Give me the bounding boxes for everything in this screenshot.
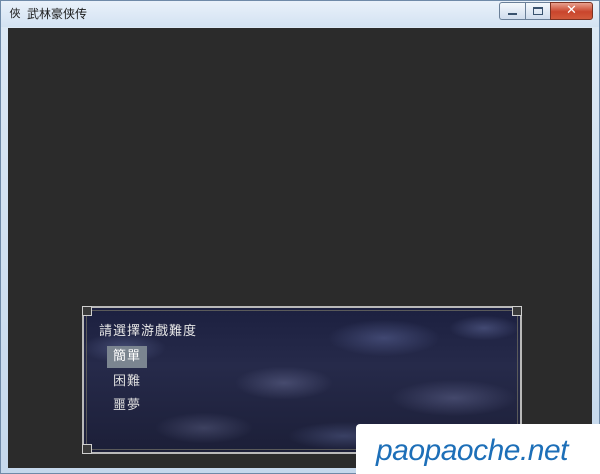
watermark-text: paopaoche.net — [376, 434, 569, 467]
game-window: 俠 武林豪侠传 ✕ 請選擇游戲難度 簡單 困難 噩夢 — [0, 0, 600, 474]
window-title: 武林豪侠传 — [27, 7, 88, 21]
maximize-icon — [533, 7, 543, 15]
minimize-button[interactable] — [499, 2, 525, 20]
difficulty-option-hard[interactable]: 困難 — [107, 371, 147, 393]
difficulty-option-nightmare[interactable]: 噩夢 — [107, 395, 147, 417]
close-icon: ✕ — [566, 3, 577, 18]
app-icon: 俠 — [9, 7, 21, 20]
difficulty-option-easy[interactable]: 簡單 — [107, 346, 147, 368]
corner-ornament-icon — [82, 444, 92, 454]
corner-ornament-icon — [512, 306, 522, 316]
watermark: paopaoche.net — [356, 424, 600, 474]
title-bar[interactable]: 俠 武林豪侠传 ✕ — [1, 1, 599, 27]
close-button[interactable]: ✕ — [550, 2, 593, 20]
window-controls: ✕ — [499, 2, 593, 21]
game-canvas[interactable]: 請選擇游戲難度 簡單 困難 噩夢 — [8, 28, 592, 468]
corner-ornament-icon — [82, 306, 92, 316]
difficulty-prompt: 請選擇游戲難度 — [99, 324, 198, 339]
minimize-icon — [508, 13, 517, 15]
maximize-button[interactable] — [525, 2, 550, 20]
